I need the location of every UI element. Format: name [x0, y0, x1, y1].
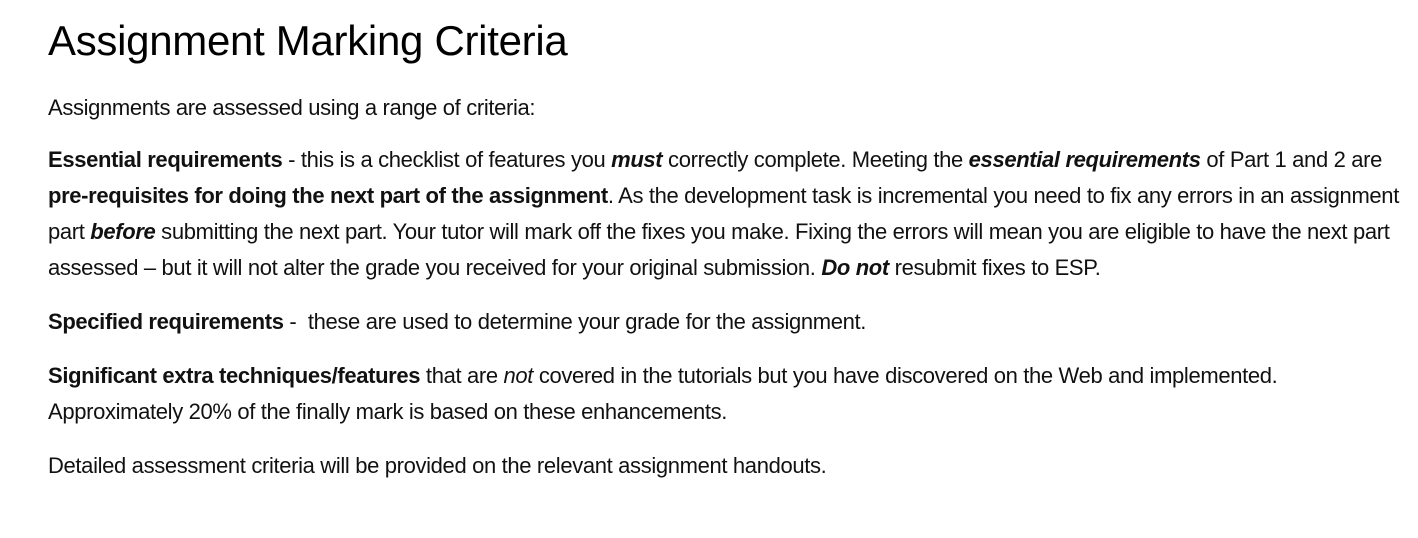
must-emphasis: must: [611, 147, 663, 172]
specified-text: - these are used to determine your grade…: [283, 309, 867, 334]
specified-requirements-label: Specified requirements: [48, 309, 284, 334]
page-content: Assignment Marking Criteria Assignments …: [0, 0, 1418, 538]
essential-text-2: correctly complete. Meeting the: [662, 147, 969, 172]
specified-requirements-paragraph: Specified requirements - these are used …: [48, 304, 1400, 340]
before-emphasis: before: [90, 219, 156, 244]
essential-requirements-paragraph: Essential requirements - this is a check…: [48, 142, 1400, 286]
essential-text-3: of Part 1 and 2 are: [1200, 147, 1382, 172]
significant-extras-label: Significant extra techniques/features: [48, 363, 421, 388]
essential-text-6: resubmit fixes to ESP.: [888, 255, 1101, 280]
intro-paragraph: Assignments are assessed using a range o…: [48, 95, 536, 120]
essential-text-1: - this is a checklist of features you: [282, 147, 612, 172]
essential-text-5: submitting the next part. Your tutor wil…: [48, 219, 1390, 280]
page-title: Assignment Marking Criteria: [48, 17, 568, 64]
significant-extras-paragraph: Significant extra techniques/features th…: [48, 358, 1400, 430]
not-emphasis: not: [503, 363, 534, 388]
essential-requirements-emphasis: essential requirements: [968, 147, 1201, 172]
closing-paragraph: Detailed assessment criteria will be pro…: [48, 453, 827, 478]
significant-text-1: that are: [420, 363, 504, 388]
do-not-emphasis: Do not: [821, 255, 889, 280]
essential-requirements-label: Essential requirements: [48, 147, 283, 172]
prerequisites-emphasis: pre-requisites for doing the next part o…: [48, 183, 608, 208]
